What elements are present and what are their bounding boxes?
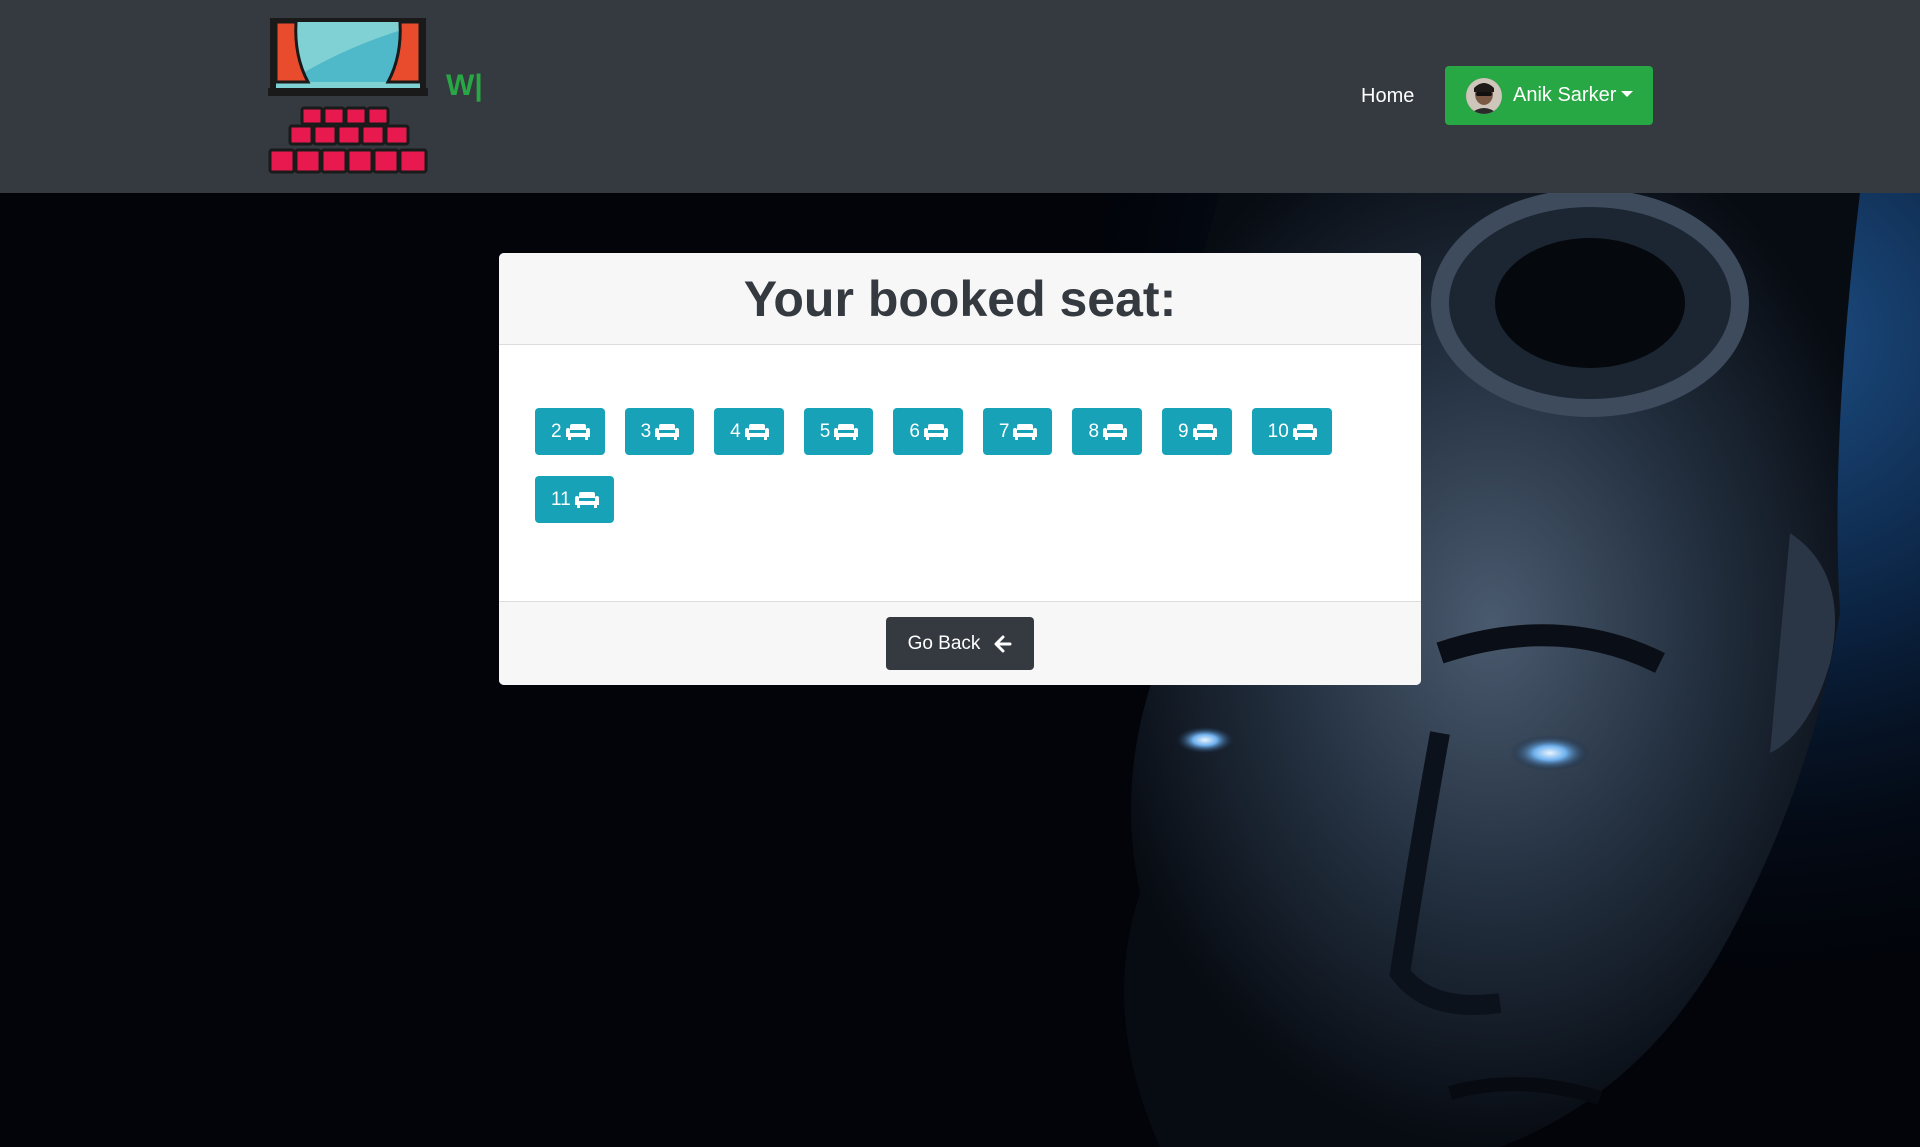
booked-seats-card: Your booked seat: 2 3 4 5 6 7 8 9 10 11 Go Back (499, 253, 1421, 685)
seat-number: 4 (730, 420, 741, 442)
navbar: W| Home Anik Sarker (0, 0, 1920, 193)
user-name: Anik Sarker (1513, 84, 1617, 106)
seat-button[interactable]: 4 (714, 408, 784, 455)
seat-number: 8 (1088, 420, 1100, 442)
seat-button[interactable]: 3 (624, 408, 695, 455)
seat-number: 5 (819, 420, 831, 442)
seat-number: 11 (551, 488, 571, 510)
user-avatar (1466, 77, 1502, 114)
seat-button[interactable]: 5 (803, 408, 874, 455)
couch-icon (655, 423, 680, 440)
couch-icon (834, 423, 859, 440)
couch-icon (744, 423, 769, 440)
seat-number: 3 (640, 420, 652, 442)
cinema-logo[interactable] (268, 16, 428, 176)
couch-icon (1292, 423, 1317, 440)
couch-icon (1192, 423, 1217, 440)
seat-button[interactable]: 9 (1162, 408, 1232, 455)
go-back-label: Go Back (907, 632, 981, 654)
page-title: Your booked seat: (743, 270, 1177, 327)
couch-icon (574, 491, 599, 508)
seat-number: 7 (998, 420, 1010, 442)
seat-button[interactable]: 10 (1251, 408, 1332, 455)
seat-number: 6 (909, 420, 920, 442)
brand-text[interactable]: W| (446, 68, 483, 104)
caret-down-icon (1621, 90, 1634, 97)
go-back-button[interactable]: Go Back (886, 617, 1034, 670)
seat-button[interactable]: 2 (535, 408, 605, 455)
user-dropdown-button[interactable]: Anik Sarker (1445, 66, 1653, 125)
seat-button[interactable]: 7 (982, 408, 1053, 455)
seat-number: 9 (1178, 420, 1189, 442)
couch-icon (923, 423, 948, 440)
couch-icon (1103, 423, 1128, 440)
arrow-left-icon (994, 635, 1012, 652)
seat-button[interactable]: 11 (535, 476, 614, 523)
seat-button[interactable]: 6 (893, 408, 963, 455)
seat-list: 2 3 4 5 6 7 8 9 10 11 (499, 345, 1421, 601)
seat-number: 2 (551, 420, 562, 442)
card-footer: Go Back (499, 601, 1421, 685)
nav-home-link[interactable]: Home (1361, 82, 1414, 110)
seat-button[interactable]: 8 (1072, 408, 1143, 455)
seat-number: 10 (1267, 420, 1289, 442)
card-header: Your booked seat: (499, 253, 1421, 345)
couch-icon (1013, 423, 1038, 440)
couch-icon (565, 423, 590, 440)
